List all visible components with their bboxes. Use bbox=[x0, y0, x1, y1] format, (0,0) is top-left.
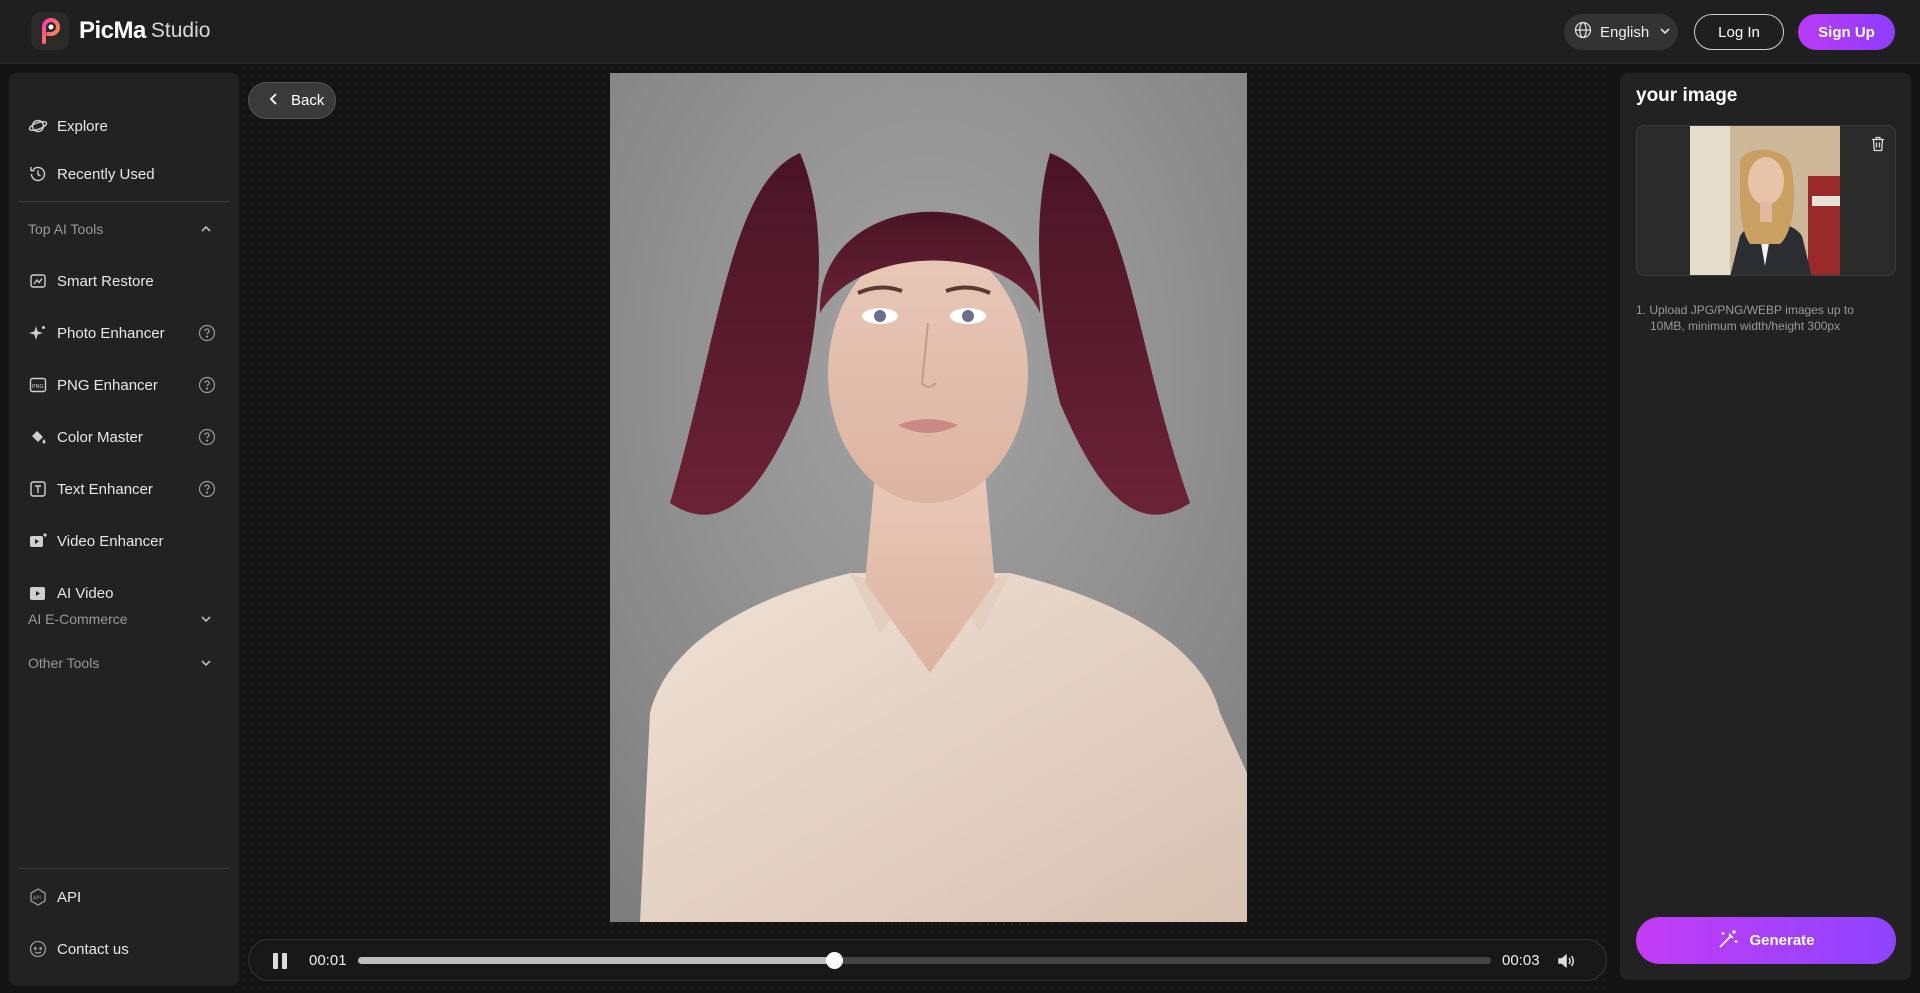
chat-icon bbox=[28, 939, 48, 959]
portrait-frame-image bbox=[610, 73, 1247, 922]
sidebar-item-label: AI Video bbox=[57, 584, 114, 602]
brand-suffix: Studio bbox=[150, 19, 211, 42]
sidebar-item-label: Contact us bbox=[57, 940, 129, 958]
brand-name: PicMa bbox=[79, 17, 146, 44]
chevron-down-icon bbox=[199, 656, 213, 673]
sidebar-item-recently-used[interactable]: Recently Used bbox=[9, 154, 239, 194]
api-icon: API bbox=[28, 887, 48, 907]
help-icon[interactable] bbox=[198, 428, 216, 450]
sidebar-item-png-enhancer[interactable]: PNG PNG Enhancer bbox=[9, 365, 239, 405]
sidebar-item-video-enhancer[interactable]: Video Enhancer bbox=[9, 521, 239, 561]
help-icon[interactable] bbox=[198, 480, 216, 502]
section-title: Other Tools bbox=[28, 655, 100, 671]
help-icon[interactable] bbox=[198, 376, 216, 398]
svg-text:API: API bbox=[33, 896, 41, 902]
planet-icon bbox=[28, 116, 48, 136]
progress-handle[interactable] bbox=[825, 952, 843, 969]
sidebar-item-label: API bbox=[57, 888, 82, 906]
progress-slider[interactable] bbox=[358, 952, 1491, 969]
back-label: Back bbox=[291, 92, 325, 109]
png-icon: PNG bbox=[28, 375, 48, 395]
chevron-up-icon bbox=[199, 222, 213, 239]
signup-button[interactable]: Sign Up bbox=[1798, 14, 1895, 50]
volume-icon[interactable] bbox=[1556, 951, 1576, 976]
video-player-controls: 00:01 00:03 bbox=[248, 939, 1607, 981]
sidebar-divider bbox=[18, 201, 230, 202]
video-icon bbox=[28, 583, 48, 603]
sidebar-item-label: Video Enhancer bbox=[57, 532, 164, 550]
delete-icon[interactable] bbox=[1871, 136, 1885, 157]
language-selector[interactable]: English bbox=[1564, 14, 1678, 50]
chevron-down-icon bbox=[1659, 24, 1671, 41]
section-other-tools[interactable]: Other Tools bbox=[9, 645, 239, 681]
sidebar-item-label: Explore bbox=[57, 117, 108, 135]
section-top-ai-tools[interactable]: Top AI Tools bbox=[9, 211, 239, 247]
picma-logo-icon bbox=[31, 12, 69, 50]
text-icon bbox=[28, 479, 48, 499]
sidebar: Explore Recently Used Top AI Tools Smart… bbox=[9, 73, 239, 986]
login-button[interactable]: Log In bbox=[1694, 14, 1784, 50]
upload-requirements: 1. Upload JPG/PNG/WEBP images up to 10MB… bbox=[1636, 302, 1886, 334]
sparkle-icon bbox=[28, 323, 48, 343]
sidebar-item-explore[interactable]: Explore bbox=[9, 106, 239, 146]
right-panel: your image 1. Upload JPG/PNG/WEBP images… bbox=[1620, 73, 1911, 980]
svg-text:PNG: PNG bbox=[32, 384, 44, 390]
sidebar-item-label: Recently Used bbox=[57, 165, 155, 183]
progress-fill bbox=[358, 957, 834, 964]
help-icon[interactable] bbox=[198, 324, 216, 346]
language-label: English bbox=[1600, 23, 1650, 41]
sidebar-item-contact-us[interactable]: Contact us bbox=[9, 929, 239, 969]
total-time: 00:03 bbox=[1502, 952, 1540, 969]
sidebar-item-label: Photo Enhancer bbox=[57, 324, 165, 342]
sidebar-item-label: PNG Enhancer bbox=[57, 376, 158, 394]
woman-photo-image bbox=[1690, 126, 1840, 275]
sidebar-item-label: Color Master bbox=[57, 428, 143, 446]
note-line-1: 1. Upload JPG/PNG/WEBP images up to bbox=[1636, 303, 1854, 317]
paint-bucket-icon bbox=[28, 427, 48, 447]
current-time: 00:01 bbox=[309, 952, 347, 969]
pause-icon[interactable] bbox=[271, 952, 289, 975]
globe-icon bbox=[1574, 21, 1592, 43]
section-title: AI E-Commerce bbox=[28, 611, 128, 627]
uploaded-image-thumbnail bbox=[1690, 126, 1840, 275]
note-line-2: 10MB, minimum width/height 300px bbox=[1650, 319, 1841, 333]
generate-label: Generate bbox=[1749, 932, 1815, 949]
sidebar-item-photo-enhancer[interactable]: Photo Enhancer bbox=[9, 313, 239, 353]
sidebar-item-color-master[interactable]: Color Master bbox=[9, 417, 239, 457]
back-button[interactable]: Back bbox=[248, 82, 336, 119]
sidebar-item-text-enhancer[interactable]: Text Enhancer bbox=[9, 469, 239, 509]
sidebar-item-api[interactable]: API API bbox=[9, 877, 239, 917]
uploaded-image-card[interactable] bbox=[1636, 125, 1896, 276]
panel-title: your image bbox=[1636, 85, 1738, 106]
sidebar-item-smart-restore[interactable]: Smart Restore bbox=[9, 261, 239, 301]
top-header: PicMa Studio English Log In Sign Up bbox=[0, 0, 1920, 64]
sidebar-item-label: Smart Restore bbox=[57, 272, 154, 290]
sidebar-divider bbox=[18, 868, 230, 869]
video-sparkle-icon bbox=[28, 531, 48, 551]
generate-button[interactable]: Generate bbox=[1636, 917, 1896, 964]
sidebar-item-label: Text Enhancer bbox=[57, 480, 153, 498]
section-title: Top AI Tools bbox=[28, 221, 104, 237]
history-icon bbox=[28, 164, 48, 184]
restore-icon bbox=[28, 271, 48, 291]
magic-wand-icon bbox=[1717, 928, 1739, 954]
chevron-down-icon bbox=[199, 612, 213, 629]
chevron-left-icon bbox=[269, 92, 279, 110]
section-ai-e-commerce[interactable]: AI E-Commerce bbox=[9, 601, 239, 637]
brand-logo[interactable]: PicMa Studio bbox=[31, 12, 210, 50]
video-preview[interactable] bbox=[610, 73, 1247, 922]
